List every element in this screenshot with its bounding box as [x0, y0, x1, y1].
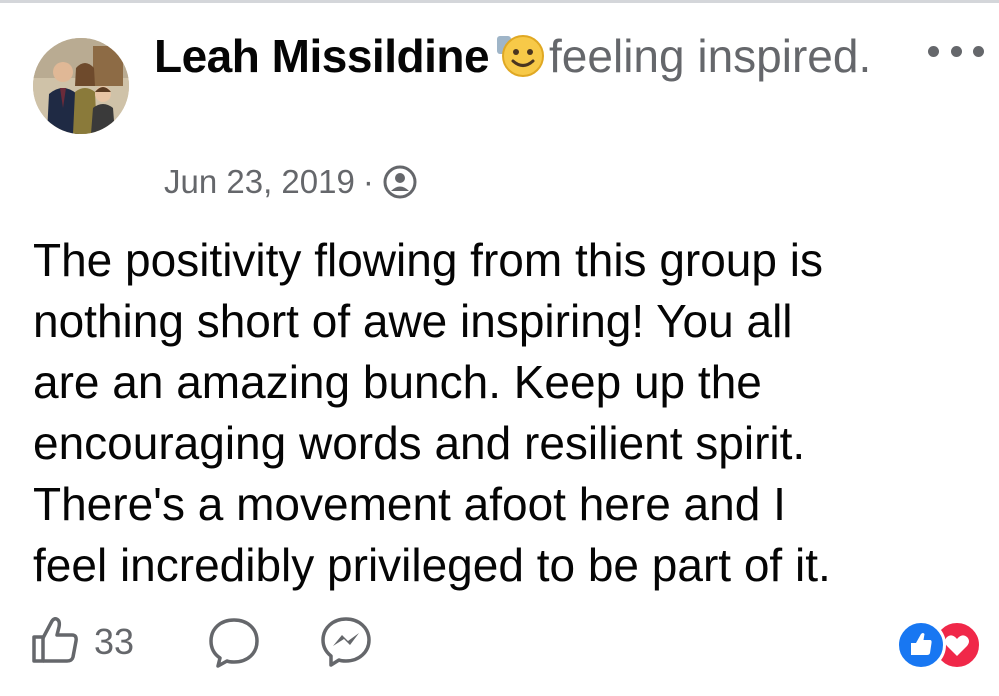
author-name[interactable]: Leah Missildine	[154, 30, 490, 82]
send-in-messenger-button[interactable]	[318, 614, 374, 670]
menu-dot	[973, 45, 984, 57]
post-actions-bar: 33	[28, 612, 988, 672]
messenger-icon	[321, 617, 371, 667]
post-body-text: The positivity flowing from this group i…	[33, 234, 831, 591]
like-count: 33	[94, 621, 135, 662]
feeling-status: feeling inspired.	[549, 30, 872, 82]
thumbs-up-icon	[28, 613, 82, 672]
smiling-face-emoji-icon	[495, 32, 545, 78]
friends-group-icon[interactable]	[382, 164, 418, 200]
author-avatar[interactable]	[33, 38, 129, 134]
like-button[interactable]: 33	[28, 612, 134, 672]
post-header: Leah Missildine feeling inspired.	[154, 26, 894, 86]
like-reaction-icon	[896, 620, 946, 670]
menu-dot	[950, 45, 962, 57]
post-meta: Jun 23, 2019 ·	[164, 160, 418, 204]
more-options-icon[interactable]	[928, 36, 984, 66]
top-divider	[0, 0, 999, 3]
comment-button[interactable]	[206, 614, 262, 670]
avatar-photo	[33, 38, 129, 134]
meta-separator: ·	[362, 163, 374, 200]
comment-icon	[209, 618, 259, 668]
reactions-summary[interactable]	[896, 618, 982, 670]
post-date[interactable]: Jun 23, 2019	[164, 163, 355, 201]
menu-dot	[928, 45, 939, 57]
